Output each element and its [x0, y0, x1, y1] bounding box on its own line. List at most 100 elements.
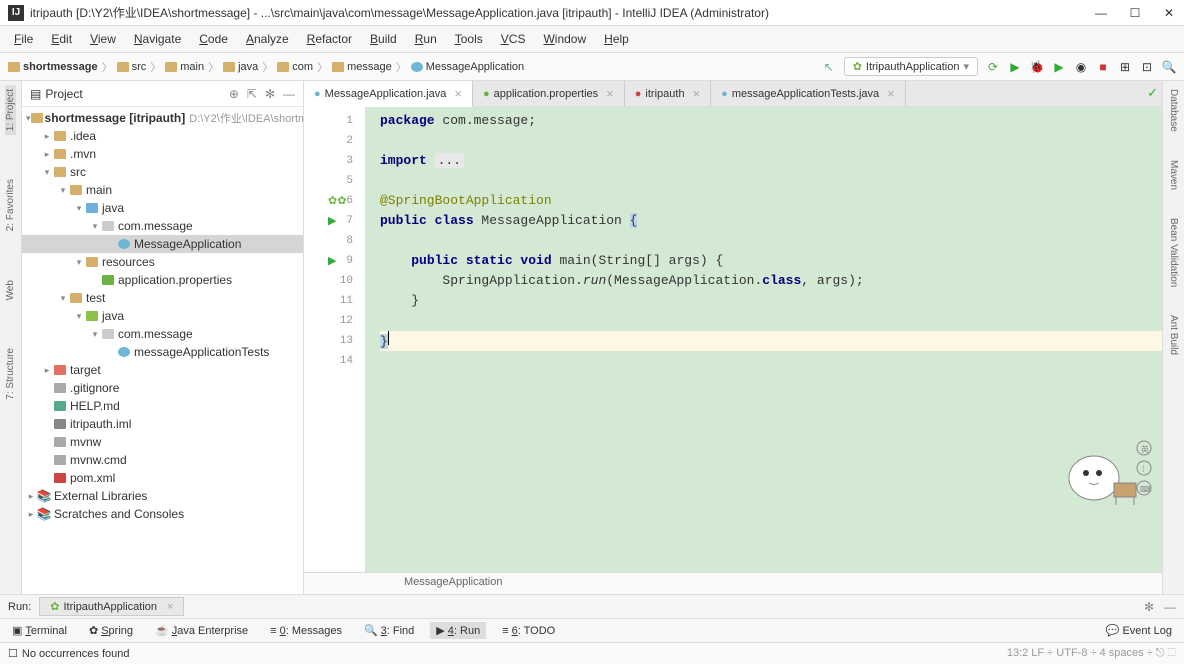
tree-node-application-properties[interactable]: application.properties: [22, 271, 303, 289]
bottom-tool-tabs[interactable]: ▣Terminal✿Spring☕Java Enterprise≡0: Mess…: [0, 618, 1184, 642]
gutter-line-5[interactable]: 5: [304, 171, 365, 191]
project-tree[interactable]: ▾shortmessage [itripauth]D:\Y2\作业\IDEA\s…: [22, 107, 303, 594]
layout-icon[interactable]: ⊞: [1118, 60, 1132, 74]
folded-region[interactable]: ...: [435, 153, 464, 168]
breadcrumb-shortmessage[interactable]: shortmessage: [8, 61, 98, 73]
run-config-selector[interactable]: ✿ ItripauthApplication ▾: [844, 57, 978, 76]
minimize-button[interactable]: ―: [1094, 6, 1108, 20]
menubar[interactable]: FileEditViewNavigateCodeAnalyzeRefactorB…: [0, 26, 1184, 53]
gutter-line-7[interactable]: ▶7: [304, 211, 365, 231]
menu-help[interactable]: Help: [596, 29, 637, 49]
search-icon[interactable]: 🔍: [1162, 60, 1176, 74]
menu-tools[interactable]: Tools: [447, 29, 491, 49]
menu-run[interactable]: Run: [407, 29, 445, 49]
tree-root[interactable]: ▾shortmessage [itripauth]D:\Y2\作业\IDEA\s…: [22, 109, 303, 127]
tree-scratches[interactable]: ▸📚Scratches and Consoles: [22, 505, 303, 523]
menu-code[interactable]: Code: [191, 29, 236, 49]
tree-node-pom-xml[interactable]: pom.xml: [22, 469, 303, 487]
close-icon[interactable]: ×: [887, 86, 895, 101]
tree-node-src[interactable]: ▾src: [22, 163, 303, 181]
gutter-line-2[interactable]: 2: [304, 131, 365, 151]
run-tab[interactable]: ✿ ItripauthApplication ×: [39, 597, 184, 616]
menu-window[interactable]: Window: [535, 29, 594, 49]
menu-navigate[interactable]: Navigate: [126, 29, 189, 49]
tree-node-mvnw-cmd[interactable]: mvnw.cmd: [22, 451, 303, 469]
close-icon[interactable]: ×: [693, 86, 701, 101]
bottom-tab-spring[interactable]: ✿Spring: [83, 622, 139, 639]
tree-node-java[interactable]: ▾java: [22, 307, 303, 325]
profile-icon[interactable]: ◉: [1074, 60, 1088, 74]
tree-node-resources[interactable]: ▾resources: [22, 253, 303, 271]
gutter-line-11[interactable]: 11: [304, 291, 365, 311]
close-icon[interactable]: ×: [606, 86, 614, 101]
menu-analyze[interactable]: Analyze: [238, 29, 297, 49]
tree-extLibs[interactable]: ▸📚External Libraries: [22, 487, 303, 505]
bean-validation-tool-tab[interactable]: Bean Validation: [1168, 214, 1179, 291]
locate-icon[interactable]: ⊕: [229, 87, 239, 101]
tree-node--gitignore[interactable]: .gitignore: [22, 379, 303, 397]
debug-icon[interactable]: 🐞: [1030, 60, 1044, 74]
structure-tool-tab[interactable]: 7: Structure: [5, 344, 16, 404]
editor-tabs[interactable]: ●MessageApplication.java×●application.pr…: [304, 81, 1162, 107]
gutter-line-12[interactable]: 12: [304, 311, 365, 331]
editor-tab-itripauth[interactable]: ●itripauth×: [625, 81, 711, 106]
menu-refactor[interactable]: Refactor: [299, 29, 360, 49]
code-breadcrumb[interactable]: MessageApplication: [304, 572, 1162, 594]
gutter-line-13[interactable]: 13: [304, 331, 365, 351]
run-gutter-icon[interactable]: ▶: [328, 254, 336, 268]
gutter-line-8[interactable]: 8: [304, 231, 365, 251]
hide-icon[interactable]: ―: [283, 87, 295, 101]
breadcrumb-com[interactable]: com: [277, 61, 313, 73]
breadcrumb-src[interactable]: src: [117, 61, 147, 73]
bottom-tab----run[interactable]: ▶4: Run: [430, 622, 486, 639]
gutter-line-3[interactable]: 3: [304, 151, 365, 171]
web-tool-tab[interactable]: Web: [5, 276, 16, 304]
bottom-tab-java-enterprise[interactable]: ☕Java Enterprise: [149, 622, 254, 639]
run-icon[interactable]: ▶: [1008, 60, 1022, 74]
project-tool-tab[interactable]: 1: Project: [5, 85, 16, 135]
menu-edit[interactable]: Edit: [43, 29, 80, 49]
tree-node--mvn[interactable]: ▸.mvn: [22, 145, 303, 163]
menu-view[interactable]: View: [82, 29, 124, 49]
event-log-tab[interactable]: 💬 Event Log: [1100, 622, 1178, 639]
run-gutter-icon[interactable]: ▶: [328, 214, 336, 228]
tree-node-itripauth-iml[interactable]: itripauth.iml: [22, 415, 303, 433]
tree-node-com-message[interactable]: ▾com.message: [22, 325, 303, 343]
tree-node-java[interactable]: ▾java: [22, 199, 303, 217]
gear-icon[interactable]: ✻: [1144, 600, 1154, 614]
gutter-line-14[interactable]: 14: [304, 351, 365, 371]
maven-tool-tab[interactable]: Maven: [1168, 156, 1179, 194]
close-icon[interactable]: ×: [454, 86, 462, 101]
editor-tab-MessageApplication-java[interactable]: ●MessageApplication.java×: [304, 81, 473, 107]
git-icon[interactable]: ⊡: [1140, 60, 1154, 74]
maximize-button[interactable]: ☐: [1128, 6, 1142, 20]
settings-icon[interactable]: ✻: [265, 87, 275, 101]
collapse-icon[interactable]: ⇱: [247, 87, 257, 101]
gutter-line-9[interactable]: ▶9: [304, 251, 365, 271]
tree-node-target[interactable]: ▸target: [22, 361, 303, 379]
tree-node-mvnw[interactable]: mvnw: [22, 433, 303, 451]
tree-node-help-md[interactable]: HELP.md: [22, 397, 303, 415]
status-right[interactable]: 13:2 LF ÷ UTF-8 ÷ 4 spaces ÷ ⎋ ⬚: [1007, 647, 1176, 660]
ant-tool-tab[interactable]: Ant Build: [1168, 311, 1179, 359]
editor-gutter[interactable]: 1235✿✿6▶78▶91011121314: [304, 107, 366, 572]
close-button[interactable]: ✕: [1162, 6, 1176, 20]
close-icon[interactable]: ×: [167, 601, 173, 613]
breadcrumb[interactable]: shortmessage〉src〉main〉java〉com〉message〉M…: [8, 59, 822, 75]
build-icon[interactable]: ⟳: [986, 60, 1000, 74]
breadcrumb-message[interactable]: message: [332, 61, 392, 73]
menu-build[interactable]: Build: [362, 29, 405, 49]
coverage-icon[interactable]: ▶: [1052, 60, 1066, 74]
gutter-line-1[interactable]: 1: [304, 111, 365, 131]
menu-vcs[interactable]: VCS: [493, 29, 534, 49]
right-tool-strip[interactable]: Database Maven Bean Validation Ant Build: [1162, 81, 1184, 594]
project-panel-header[interactable]: ▤ Project ⊕ ⇱ ✻ ―: [22, 81, 303, 107]
tree-node--idea[interactable]: ▸.idea: [22, 127, 303, 145]
gutter-line-6[interactable]: ✿✿6: [304, 191, 365, 211]
database-tool-tab[interactable]: Database: [1168, 85, 1179, 136]
bottom-tab----find[interactable]: 🔍3: Find: [358, 622, 420, 639]
editor-tab-messageApplicationTests-java[interactable]: ●messageApplicationTests.java×: [711, 81, 906, 106]
tree-node-messageapplicationtests[interactable]: messageApplicationTests: [22, 343, 303, 361]
left-tool-strip[interactable]: 1: Project 2: Favorites Web 7: Structure: [0, 81, 22, 594]
gutter-line-10[interactable]: 10: [304, 271, 365, 291]
